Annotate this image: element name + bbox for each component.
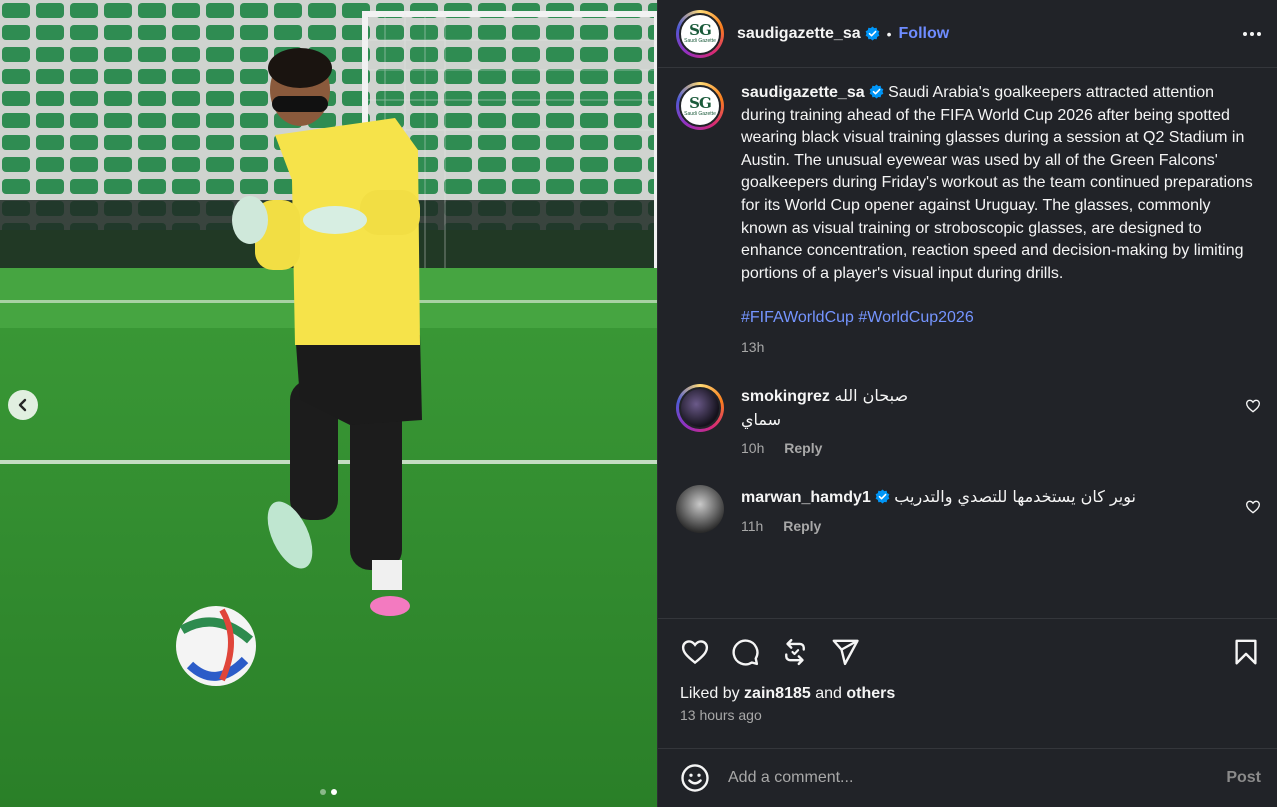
comment-meta: 11h Reply [741, 515, 1241, 538]
comment-username[interactable]: smokingrez [741, 388, 830, 405]
comment-text-line2: سماي [741, 409, 782, 429]
more-options-icon[interactable] [1243, 26, 1261, 42]
comment-item: smokingrez صبحان الله سماي 10h Reply [676, 383, 1261, 460]
follow-button[interactable]: Follow [899, 25, 950, 43]
comment-body: smokingrez صبحان الله سماي 10h Reply [741, 384, 1241, 460]
author-avatar[interactable]: SG Saudi Gazette [676, 9, 724, 58]
share-icon[interactable] [830, 637, 860, 667]
bookmark-icon[interactable] [1231, 637, 1261, 667]
like-comment-heart-icon[interactable] [1245, 499, 1261, 515]
comment-icon[interactable] [730, 637, 760, 667]
comment-body: marwan_hamdy1 نوير كان يستخدمها للتصدي و… [741, 485, 1241, 538]
caption-body: saudigazette_sa Saudi Arabia's goalkeepe… [741, 82, 1261, 359]
likes-summary: Liked by zain8185 and others [680, 685, 1261, 703]
carousel-dot-2 [331, 789, 337, 795]
action-bar [680, 637, 1261, 667]
avatar-logo-subtext: Saudi Gazette [684, 38, 716, 44]
emoji-icon[interactable] [680, 763, 710, 793]
comment-time[interactable]: 10h [741, 440, 764, 456]
comment-item: marwan_hamdy1 نوير كان يستخدمها للتصدي و… [676, 484, 1261, 538]
post-dialog: SG Saudi Gazette saudigazette_sa • Follo… [0, 0, 1277, 807]
hashtag-link[interactable]: #WorldCup2026 [858, 309, 973, 326]
carousel-dot-1 [320, 789, 326, 795]
hashtag-link[interactable]: #FIFAWorldCup [741, 309, 854, 326]
caption: SG Saudi Gazette saudigazette_sa Saudi A… [676, 82, 1261, 359]
caption-time[interactable]: 13h [741, 339, 764, 355]
caption-author-avatar[interactable]: SG Saudi Gazette [676, 82, 724, 130]
add-comment-bar: Post [658, 748, 1277, 807]
comment-input[interactable] [728, 769, 1227, 787]
post-media[interactable] [0, 0, 657, 807]
post-photo [0, 0, 657, 807]
heart-icon[interactable] [680, 637, 710, 667]
comment-username[interactable]: marwan_hamdy1 [741, 489, 871, 506]
comment-time[interactable]: 11h [741, 518, 763, 534]
previous-image-button[interactable] [8, 390, 38, 420]
post-comment-button[interactable]: Post [1226, 769, 1261, 787]
caption-username[interactable]: saudigazette_sa [741, 84, 865, 101]
verified-badge-icon [865, 26, 879, 41]
author-username[interactable]: saudigazette_sa [737, 25, 861, 43]
verified-badge-icon [869, 84, 883, 99]
post-header: SG Saudi Gazette saudigazette_sa • Follo… [658, 0, 1277, 68]
avatar-logo-text: SG [689, 21, 712, 39]
caption-hashtags: #FIFAWorldCup #WorldCup2026 [741, 307, 1261, 330]
post-timestamp[interactable]: 13 hours ago [680, 707, 1261, 723]
liked-by-prefix: Liked by [680, 685, 740, 702]
comments-list[interactable]: SG Saudi Gazette saudigazette_sa Saudi A… [658, 68, 1277, 618]
author-avatar-image: SG Saudi Gazette [679, 12, 721, 55]
commenter-avatar[interactable] [676, 383, 724, 432]
verified-badge-icon [875, 489, 890, 504]
comment-text: صبحان الله [834, 385, 909, 405]
repost-icon[interactable] [780, 637, 810, 667]
commenter-avatar[interactable] [676, 484, 724, 533]
liked-by-user[interactable]: zain8185 [744, 685, 811, 702]
comment-meta: 10h Reply [741, 437, 1241, 460]
reply-button[interactable]: Reply [784, 440, 822, 456]
carousel-indicators [0, 789, 657, 795]
post-actions: Liked by zain8185 and others 13 hours ag… [658, 618, 1277, 748]
reply-button[interactable]: Reply [783, 518, 821, 534]
caption-meta: 13h [741, 336, 1261, 359]
liked-by-others[interactable]: others [846, 685, 895, 702]
chevron-left-icon [18, 398, 27, 412]
post-side-panel: SG Saudi Gazette saudigazette_sa • Follo… [657, 0, 1277, 807]
caption-text: Saudi Arabia's goalkeepers attracted att… [741, 84, 1253, 282]
like-comment-heart-icon[interactable] [1245, 398, 1261, 414]
header-separator: • [886, 25, 892, 42]
liked-by-and: and [815, 685, 842, 702]
comment-text: نوير كان يستخدمها للتصدي والتدريب [894, 486, 1136, 506]
